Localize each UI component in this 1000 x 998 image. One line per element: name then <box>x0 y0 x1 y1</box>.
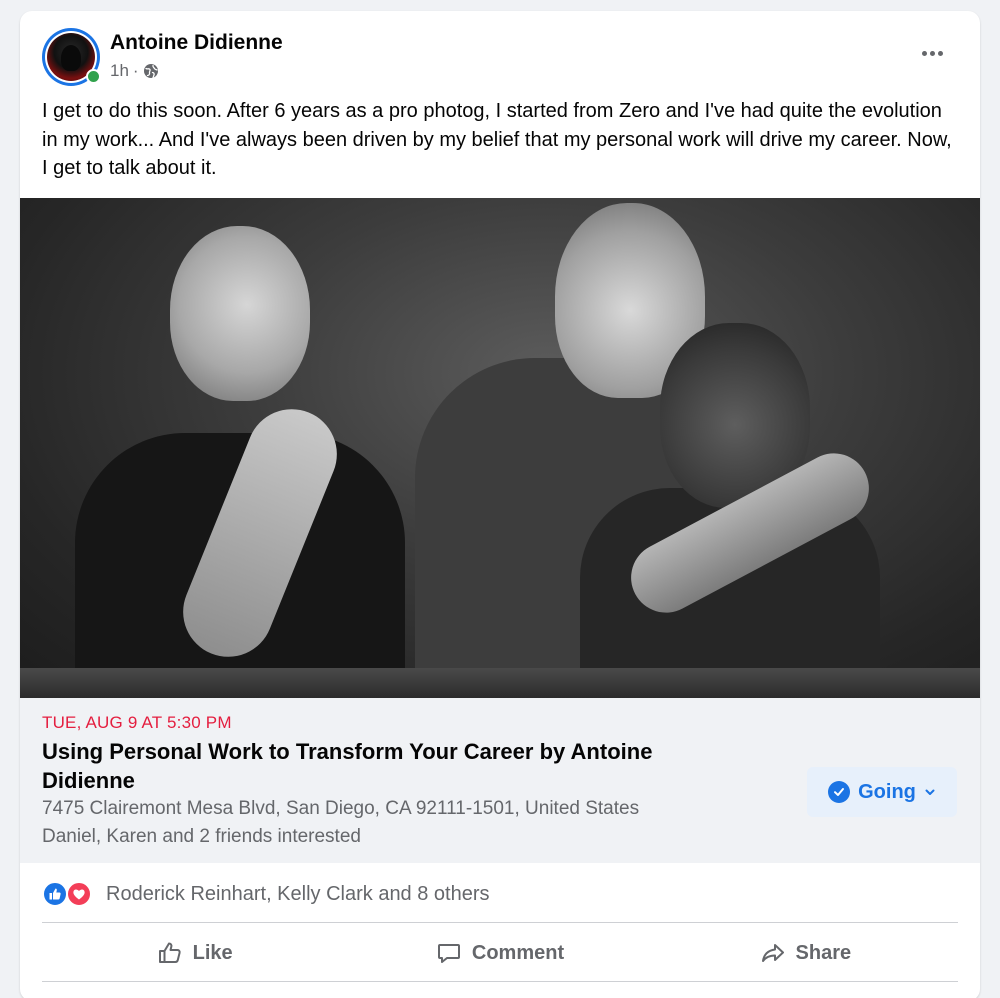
reaction-names[interactable]: Roderick Reinhart, Kelly Clark and 8 oth… <box>106 883 490 906</box>
author-name[interactable]: Antoine Didienne <box>110 31 283 55</box>
meta-separator: · <box>132 61 139 80</box>
thumbs-up-icon <box>158 942 181 963</box>
event-date: TUE, AUG 9 AT 5:30 PM <box>42 713 232 732</box>
love-icon <box>66 881 92 907</box>
comment-label: Comment <box>471 941 565 964</box>
like-label: Like <box>192 941 233 964</box>
event-title[interactable]: Using Personal Work to Transform Your Ca… <box>42 738 742 795</box>
divider <box>42 981 958 982</box>
like-button[interactable]: Like <box>42 928 347 978</box>
globe-icon[interactable] <box>143 63 159 79</box>
share-label: Share <box>795 941 852 964</box>
more-options-icon[interactable] <box>912 39 952 67</box>
share-button[interactable]: Share <box>653 928 958 978</box>
post-header: Antoine Didienne 1h · <box>20 11 980 91</box>
going-button[interactable]: Going <box>807 767 957 817</box>
chevron-down-icon <box>925 789 935 795</box>
post-meta: 1h · <box>110 61 159 81</box>
comment-icon <box>437 944 460 963</box>
check-circle-icon <box>828 781 851 803</box>
post-card: Antoine Didienne 1h · I get to do this s… <box>20 11 980 998</box>
event-details[interactable]: TUE, AUG 9 AT 5:30 PM Using Personal Wor… <box>20 698 980 863</box>
comment-button[interactable]: Comment <box>347 928 652 978</box>
post-photo[interactable] <box>20 198 980 698</box>
online-status-dot <box>86 69 101 84</box>
going-label: Going <box>858 780 916 803</box>
like-icon <box>42 881 68 907</box>
post-time[interactable]: 1h <box>110 61 129 81</box>
share-icon <box>761 944 784 962</box>
post-text: I get to do this soon. After 6 years as … <box>42 100 952 179</box>
event-address: 7475 Clairemont Mesa Blvd, San Diego, CA… <box>42 798 640 819</box>
divider <box>42 922 958 923</box>
reactions-summary[interactable]: Roderick Reinhart, Kelly Clark and 8 oth… <box>42 875 958 913</box>
event-interested-count: Daniel, Karen and 2 friends interested <box>42 826 361 847</box>
post-actions: Like Comment Share <box>42 928 958 978</box>
